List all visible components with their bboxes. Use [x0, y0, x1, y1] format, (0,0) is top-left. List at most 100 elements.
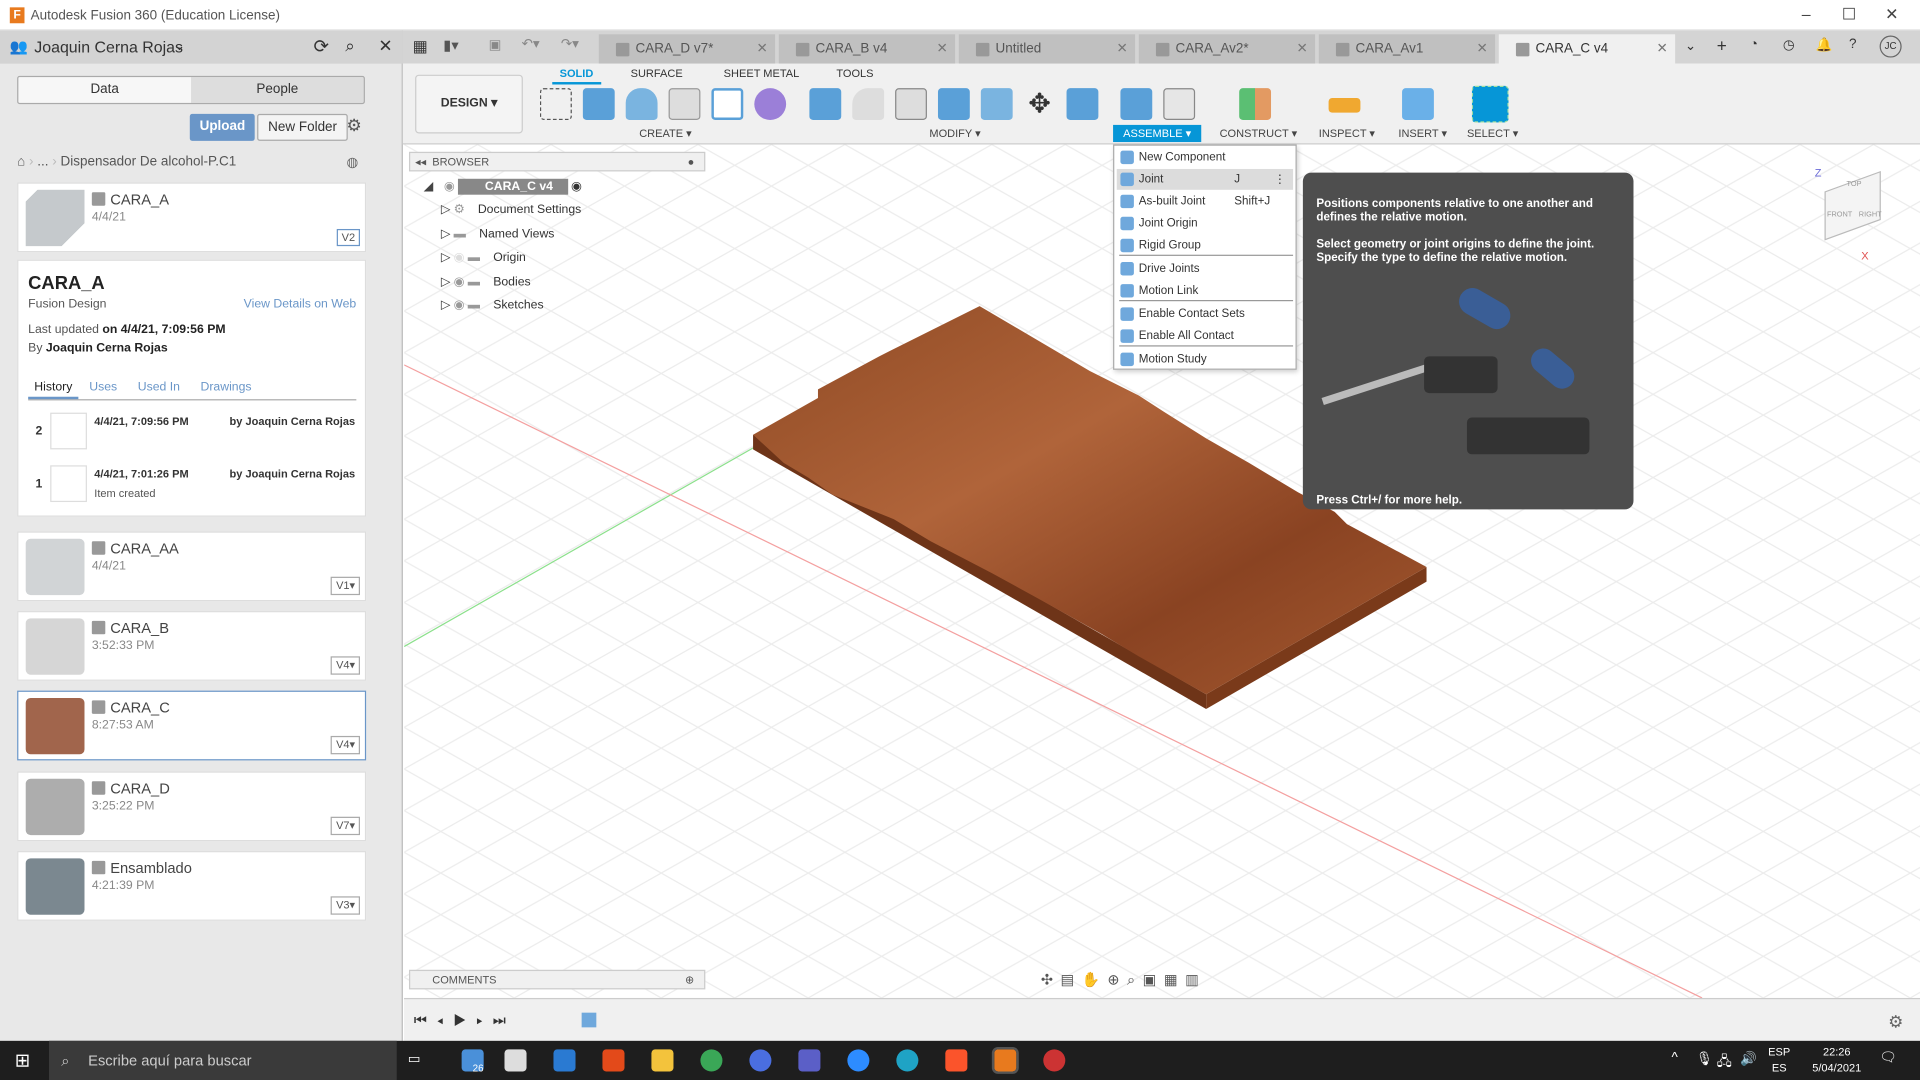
menu-item[interactable]: As-built Joint Shift+J: [1117, 191, 1293, 212]
fusion-taskbar-icon[interactable]: [991, 1046, 1019, 1074]
save-icon[interactable]: ▣: [489, 37, 502, 53]
pattern-icon[interactable]: [711, 88, 744, 121]
language-indicator[interactable]: ESP ES: [1768, 1044, 1790, 1076]
add-comment-icon[interactable]: ⊕: [685, 971, 694, 988]
refresh-icon[interactable]: ⟳: [313, 36, 328, 58]
version-badge[interactable]: V4▾: [331, 656, 361, 675]
tree-item[interactable]: ▷ ◉ ▬ Bodies: [424, 275, 582, 299]
menu-item[interactable]: Motion Study: [1117, 349, 1293, 370]
tree-item[interactable]: ▷ ▬ Named Views: [424, 227, 582, 251]
view-cube[interactable]: TOP FRONT RIGHT Z X: [1812, 167, 1885, 263]
tab-uses[interactable]: Uses: [89, 381, 117, 394]
eye-icon[interactable]: ◉: [444, 180, 455, 193]
browser-panel-header[interactable]: ◂◂ BROWSER ●: [408, 151, 706, 172]
tree-root[interactable]: ◢ ◉ CARA_C v4 ◉: [424, 178, 582, 203]
eye-icon[interactable]: ◉: [454, 251, 465, 264]
tab-sheet-metal[interactable]: SHEET METAL: [724, 67, 800, 79]
teams-icon[interactable]: [798, 1049, 821, 1072]
modify-menu[interactable]: MODIFY ▾: [926, 125, 985, 142]
chrome-icon[interactable]: [700, 1049, 723, 1072]
create-menu[interactable]: CREATE ▾: [636, 125, 696, 142]
expand-icon[interactable]: ▷: [441, 251, 450, 264]
menu-item[interactable]: Joint J ⋮: [1116, 168, 1294, 190]
menu-item[interactable]: Drive Joints: [1117, 258, 1293, 279]
tab-used-in[interactable]: Used In: [138, 381, 180, 394]
brave-icon[interactable]: [945, 1049, 968, 1072]
history-row[interactable]: 1 4/4/21, 7:01:26 PM by Joaquin Cerna Ro…: [18, 463, 367, 516]
collapse-browser-icon[interactable]: ◂◂: [415, 153, 426, 170]
home-icon[interactable]: ⌂: [17, 154, 25, 169]
menu-item[interactable]: Rigid Group: [1117, 235, 1293, 256]
close-tab-icon[interactable]: ✕: [1296, 34, 1307, 63]
menu-item[interactable]: New Component: [1117, 147, 1293, 168]
file-menu-icon[interactable]: ▮▾: [443, 37, 458, 54]
volume-icon[interactable]: 🔊: [1740, 1051, 1757, 1067]
document-tab[interactable]: CARA_D v7* ✕: [598, 34, 776, 64]
edge-icon[interactable]: [896, 1049, 919, 1072]
menu-item[interactable]: Enable All Contact: [1117, 326, 1293, 347]
close-window-button[interactable]: ✕: [1873, 5, 1910, 25]
new-tab-icon[interactable]: +: [1717, 36, 1727, 56]
file-card[interactable]: CARA_C 8:27:53 AM V4▾: [17, 690, 367, 761]
tab-people[interactable]: People: [191, 77, 364, 103]
apps-grid-icon[interactable]: ▦: [413, 37, 428, 57]
inspect-menu[interactable]: INSPECT ▾: [1315, 125, 1379, 142]
extrude-icon[interactable]: [582, 88, 615, 121]
clock[interactable]: 22:26 5/04/2021: [1807, 1044, 1866, 1076]
document-tab[interactable]: CARA_Av2* ✕: [1138, 34, 1316, 64]
extensions-icon[interactable]: ◔: [1750, 37, 1758, 52]
measure-icon[interactable]: [1328, 97, 1361, 113]
upload-button[interactable]: Upload: [189, 113, 256, 141]
windows-start-icon[interactable]: ⊞: [15, 1049, 30, 1072]
timeline-controls[interactable]: ⏮◂▶▸⏭: [414, 1011, 516, 1029]
construct-menu[interactable]: CONSTRUCT ▾: [1216, 125, 1301, 142]
close-tab-icon[interactable]: ✕: [936, 34, 947, 63]
close-tab-icon[interactable]: ✕: [756, 34, 767, 63]
timeline-feature-icon[interactable]: [581, 1012, 597, 1028]
document-tab[interactable]: CARA_C v4 ✕: [1498, 34, 1676, 64]
version-badge[interactable]: V7▾: [331, 816, 361, 836]
avatar[interactable]: JC: [1879, 35, 1902, 58]
tree-item[interactable]: ▷ ◉ ▬ Sketches: [424, 299, 582, 323]
scale-icon[interactable]: [1066, 88, 1099, 121]
revolve-icon[interactable]: [625, 88, 658, 121]
select-icon[interactable]: [1471, 85, 1509, 123]
view-details-link[interactable]: View Details on Web: [244, 298, 357, 311]
app-icon[interactable]: [749, 1049, 772, 1072]
expand-icon[interactable]: ▷: [441, 203, 450, 216]
tree-item[interactable]: ▷ ◉ ▬ Origin: [424, 251, 582, 275]
create-sketch-icon[interactable]: [540, 88, 572, 121]
task-view-icon[interactable]: ▭: [408, 1051, 421, 1067]
close-panel-icon[interactable]: ✕: [378, 36, 392, 57]
user-selector[interactable]: Joaquin Cerna Rojas: [34, 38, 183, 56]
file-card[interactable]: CARA_AA 4/4/21 V1▾: [17, 531, 367, 602]
history-row[interactable]: 2 4/4/21, 7:09:56 PM by Joaquin Cerna Ro…: [18, 410, 367, 463]
undo-icon[interactable]: ↶▾: [522, 36, 540, 52]
document-tab[interactable]: Untitled ✕: [958, 34, 1136, 64]
file-card[interactable]: CARA_B 3:52:33 PM V4▾: [17, 611, 367, 681]
press-pull-icon[interactable]: [809, 88, 842, 121]
navigation-bar[interactable]: ✣▤✋⊕⌕▣▦▥: [1041, 971, 1207, 989]
close-tab-icon[interactable]: ✕: [1116, 34, 1127, 63]
version-badge[interactable]: V3▾: [331, 896, 361, 915]
store-icon[interactable]: [504, 1049, 527, 1072]
microphone-icon[interactable]: 🎙: [1696, 1051, 1713, 1067]
timeline-settings-icon[interactable]: ⚙: [1888, 1011, 1903, 1032]
version-badge[interactable]: V2: [336, 228, 361, 247]
menu-item[interactable]: Motion Link: [1117, 280, 1293, 301]
expand-icon[interactable]: ▷: [441, 299, 450, 312]
tab-history[interactable]: History: [28, 380, 79, 400]
fillet-icon[interactable]: [852, 88, 885, 121]
app-icon[interactable]: [1043, 1049, 1066, 1072]
notifications-icon[interactable]: 🔔: [1816, 37, 1833, 53]
joint-icon[interactable]: [1163, 88, 1196, 121]
insert-menu[interactable]: INSERT ▾: [1395, 125, 1451, 142]
chamfer-icon[interactable]: [895, 88, 927, 121]
maximize-button[interactable]: ☐: [1831, 5, 1868, 25]
office-icon[interactable]: [602, 1049, 625, 1072]
minimize-button[interactable]: –: [1788, 5, 1825, 23]
zoom-app-icon[interactable]: [847, 1049, 870, 1072]
file-card-cara-a[interactable]: CARA_A 4/4/21 V2: [17, 182, 367, 253]
breadcrumb-folder[interactable]: Dispensador De alcohol-P.C1: [61, 154, 237, 169]
file-card[interactable]: CARA_D 3:25:22 PM V7▾: [17, 771, 367, 842]
